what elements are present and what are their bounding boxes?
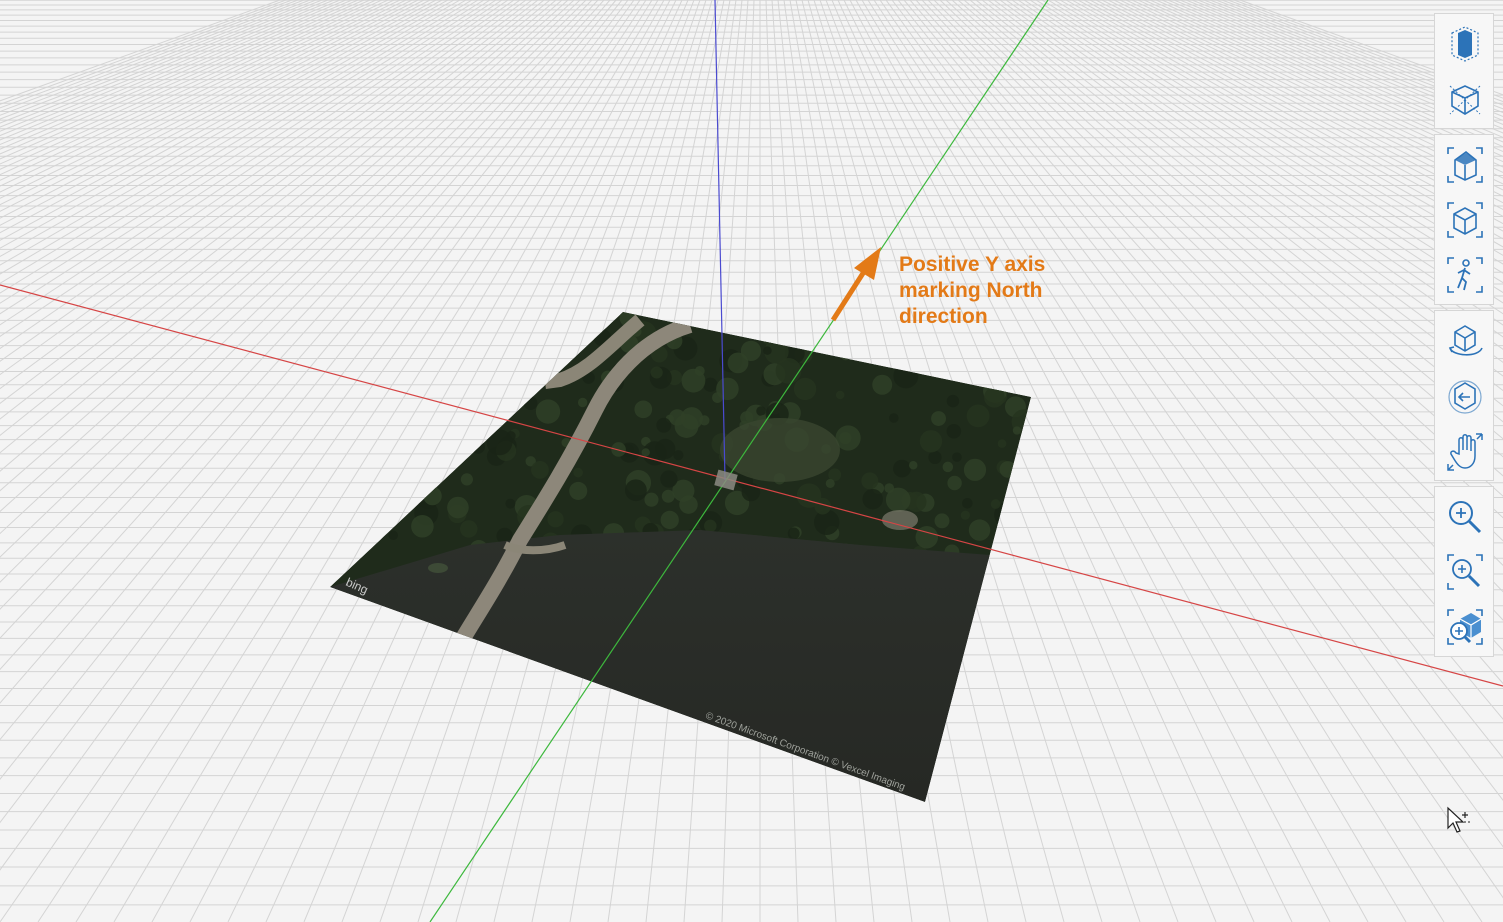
annotation-line-1: Positive Y axis — [899, 253, 1046, 276]
cursor-icon — [1447, 806, 1472, 833]
orbit-button[interactable] — [1435, 313, 1495, 368]
satellite-map-tile — [330, 312, 1031, 802]
navigation-toolbar — [1434, 13, 1494, 662]
north-arrow — [830, 247, 881, 322]
zoom-window-button[interactable] — [1435, 544, 1495, 599]
scene-canvas[interactable]: bing © 2020 Microsoft Corporation © Vexc… — [0, 0, 1503, 922]
free-orbit-button[interactable] — [1435, 368, 1495, 423]
zoom-icon — [1449, 500, 1482, 533]
annotation-line-2: marking North — [899, 279, 1043, 302]
home-view-icon — [1447, 146, 1483, 183]
orbit-tools-group — [1434, 310, 1494, 481]
free-orbit-icon — [1448, 379, 1482, 414]
views-button[interactable] — [1435, 192, 1495, 247]
home-view-button[interactable] — [1435, 137, 1495, 192]
pan-button[interactable] — [1435, 423, 1495, 478]
section-plane-button[interactable] — [1435, 71, 1495, 126]
section-box-icon — [1451, 25, 1479, 62]
view-tools-group — [1434, 134, 1494, 305]
zoom-tools-group — [1434, 486, 1494, 657]
zoom-window-icon — [1447, 553, 1483, 590]
zoom-button[interactable] — [1435, 489, 1495, 544]
zoom-extents-icon — [1447, 608, 1483, 645]
walk-icon — [1447, 256, 1483, 293]
section-box-button[interactable] — [1435, 16, 1495, 71]
walk-button[interactable] — [1435, 247, 1495, 302]
north-annotation: Positive Y axis marking North direction — [899, 252, 1045, 330]
section-cut-icon — [1449, 84, 1481, 115]
pan-icon — [1447, 432, 1483, 471]
view-cube-icon — [1447, 201, 1483, 238]
zoom-extents-button[interactable] — [1435, 599, 1495, 654]
annotation-line-3: direction — [899, 305, 988, 328]
3d-viewport[interactable]: bing © 2020 Microsoft Corporation © Vexc… — [0, 0, 1503, 922]
section-tools-group — [1434, 13, 1494, 129]
orbit-icon — [1448, 324, 1483, 356]
